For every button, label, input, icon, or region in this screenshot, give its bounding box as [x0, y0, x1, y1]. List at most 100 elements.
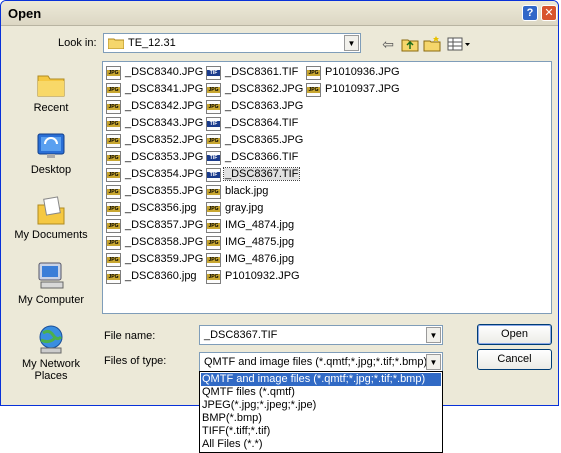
jpg-file-icon: JPG	[206, 83, 221, 97]
file-name: black.jpg	[225, 185, 269, 197]
file-type-band: JPG	[107, 274, 120, 280]
file-name: gray.jpg	[225, 202, 264, 214]
file-type-dropdown[interactable]: QMTF and image files (*.qmtf;*.jpg;*.tif…	[199, 371, 443, 453]
file-name: _DSC8365.JPG	[225, 134, 304, 146]
file-name: _DSC8342.JPG	[125, 100, 204, 112]
place-recent-label: Recent	[33, 102, 69, 114]
chevron-down-icon[interactable]: ▼	[426, 354, 441, 370]
file-name: _DSC8367.TIF	[222, 167, 301, 181]
jpg-file-icon: JPG	[106, 202, 121, 216]
up-folder-icon[interactable]	[401, 36, 419, 52]
tif-file-icon: TIF	[206, 168, 221, 182]
file-type-band: JPG	[207, 223, 220, 229]
file-type-band: JPG	[107, 87, 120, 93]
file-name: _DSC8352.JPG	[125, 134, 204, 146]
file-type-band: JPG	[207, 87, 220, 93]
title-bar[interactable]: Open ? ✕	[1, 1, 558, 26]
file-type-option[interactable]: QMTF files (*.qmtf)	[201, 386, 441, 399]
look-in-value: TE_12.31	[128, 37, 176, 49]
folder-icon	[107, 37, 125, 50]
file-type-option[interactable]: All Files (*.*)	[201, 438, 441, 451]
file-type-select[interactable]: QMTF and image files (*.qmtf;*.jpg;*.tif…	[199, 352, 443, 372]
file-name: _DSC8356.jpg	[125, 202, 197, 214]
place-desktop[interactable]: Desktop	[9, 130, 93, 176]
file-type-band: JPG	[107, 104, 120, 110]
file-name: _DSC8358.JPG	[125, 236, 204, 248]
back-arrow-icon[interactable]: ⇦	[379, 36, 397, 52]
recent-folder-icon	[35, 68, 67, 100]
file-type-band: JPG	[107, 138, 120, 144]
file-type-band: TIF	[207, 121, 220, 127]
view-menu-icon[interactable]	[447, 36, 471, 52]
file-list[interactable]: JPG _DSC8340.JPG JPG _DSC8341.JPG JPG _DSC834…	[102, 61, 552, 314]
jpg-file-icon: JPG	[106, 83, 121, 97]
help-button[interactable]: ?	[522, 5, 538, 21]
file-name: _DSC8353.JPG	[125, 151, 204, 163]
jpg-file-icon: JPG	[306, 66, 321, 80]
file-type-label: Files of type:	[104, 355, 167, 367]
place-my-documents-label: My Documents	[14, 229, 88, 241]
jpg-file-icon: JPG	[306, 83, 321, 97]
file-name: _DSC8343.JPG	[125, 117, 204, 129]
file-name: IMG_4874.jpg	[225, 219, 295, 231]
file-name: _DSC8363.JPG	[225, 100, 304, 112]
jpg-file-icon: JPG	[206, 100, 221, 114]
look-in-combo[interactable]: TE_12.31 ▼	[103, 33, 361, 53]
file-name-value[interactable]: _DSC8367.TIF	[204, 329, 277, 341]
jpg-file-icon: JPG	[106, 117, 121, 131]
my-computer-icon	[35, 260, 67, 292]
open-dialog: Open ? ✕ Look in: TE_12.31 ▼ ⇦ Recent De…	[0, 0, 559, 406]
jpg-file-icon: JPG	[206, 253, 221, 267]
jpg-file-icon: JPG	[206, 185, 221, 199]
tif-file-icon: TIF	[206, 151, 221, 165]
file-type-band: JPG	[107, 223, 120, 229]
file-type-band: TIF	[207, 70, 220, 76]
file-name: P1010932.JPG	[225, 270, 300, 282]
file-type-band: JPG	[107, 121, 120, 127]
file-name: _DSC8357.JPG	[125, 219, 204, 231]
cancel-button[interactable]: Cancel	[477, 349, 552, 370]
jpg-file-icon: JPG	[206, 219, 221, 233]
open-button[interactable]: Open	[477, 324, 552, 345]
chevron-down-icon[interactable]: ▼	[426, 327, 441, 343]
file-type-option[interactable]: TIFF(*.tiff;*.tif)	[201, 425, 441, 438]
file-type-option[interactable]: BMP(*.bmp)	[201, 412, 441, 425]
desktop-icon	[35, 130, 67, 162]
jpg-file-icon: JPG	[206, 134, 221, 148]
place-desktop-label: Desktop	[30, 164, 72, 176]
close-button[interactable]: ✕	[541, 5, 557, 21]
file-type-band: JPG	[107, 172, 120, 178]
file-name: _DSC8341.JPG	[125, 83, 204, 95]
place-recent[interactable]: Recent	[9, 68, 93, 114]
file-type-band: JPG	[107, 155, 120, 161]
jpg-file-icon: JPG	[106, 236, 121, 250]
place-my-computer[interactable]: My Computer	[9, 260, 93, 306]
jpg-file-icon: JPG	[106, 253, 121, 267]
place-my-network-label: My Network Places	[21, 358, 81, 382]
jpg-file-icon: JPG	[106, 168, 121, 182]
file-name-label: File name:	[104, 330, 156, 342]
file-type-option[interactable]: QMTF and image files (*.qmtf;*.jpg;*.tif…	[201, 373, 441, 386]
chevron-down-icon[interactable]: ▼	[344, 35, 359, 51]
file-name: _DSC8360.jpg	[125, 270, 197, 282]
file-name: _DSC8362.JPG	[225, 83, 304, 95]
places-bar: Recent Desktop My Documents My Computer …	[9, 58, 93, 394]
file-type-band: JPG	[107, 206, 120, 212]
jpg-file-icon: JPG	[106, 100, 121, 114]
file-name: _DSC8366.TIF	[225, 151, 299, 163]
place-my-documents[interactable]: My Documents	[9, 195, 93, 241]
file-type-value: QMTF and image files (*.qmtf;*.jpg;*.tif…	[204, 356, 428, 368]
tif-file-icon: TIF	[206, 66, 221, 80]
file-name: _DSC8340.JPG	[125, 66, 204, 78]
file-type-band: JPG	[207, 257, 220, 263]
file-name: P1010937.JPG	[325, 83, 400, 95]
place-my-network[interactable]: My Network Places	[9, 324, 93, 382]
jpg-file-icon: JPG	[106, 151, 121, 165]
file-name-input[interactable]: _DSC8367.TIF ▼	[199, 325, 443, 345]
file-type-band: JPG	[107, 257, 120, 263]
file-type-option[interactable]: JPEG(*.jpg;*.jpeg;*.jpe)	[201, 399, 441, 412]
file-name: _DSC8361.TIF	[225, 66, 299, 78]
file-type-band: JPG	[207, 138, 220, 144]
new-folder-icon[interactable]	[423, 36, 441, 52]
dialog-title: Open	[8, 6, 42, 21]
